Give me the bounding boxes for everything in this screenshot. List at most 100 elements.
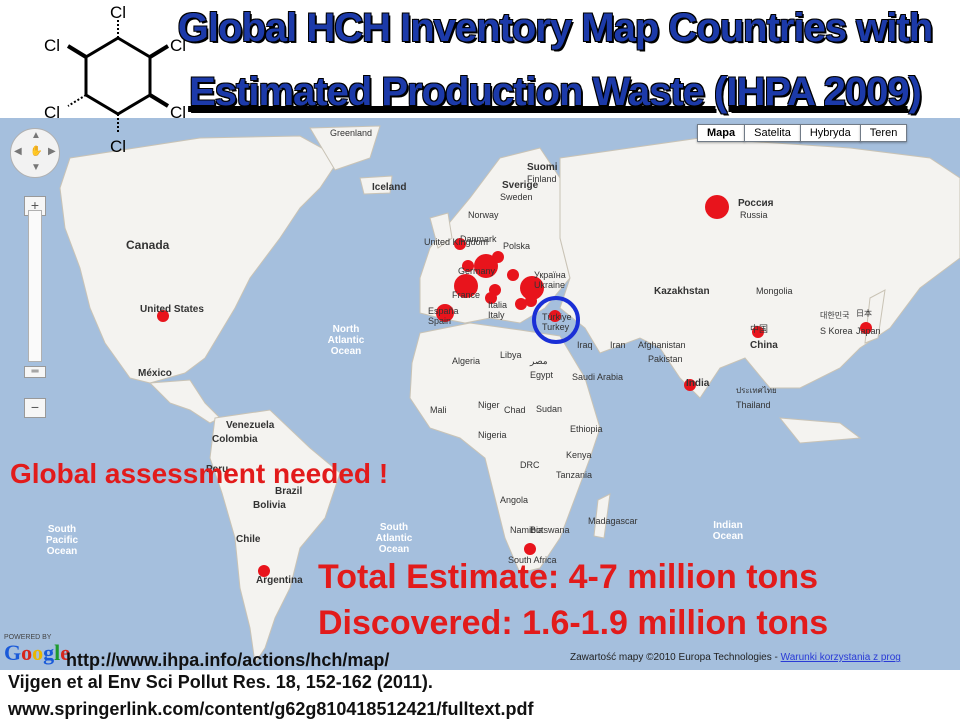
- map-label-nigeria: Nigeria: [478, 430, 507, 440]
- map-label-italia: Italia: [488, 300, 508, 310]
- map-label-chad: Chad: [504, 405, 526, 415]
- map-type-mapa[interactable]: Mapa: [697, 124, 746, 142]
- map-label-italy: Italy: [488, 310, 505, 320]
- map-label-libya: Libya: [500, 350, 522, 360]
- map-label-espana: España: [428, 306, 459, 316]
- terms-link[interactable]: Warunki korzystania z prog: [781, 652, 901, 663]
- total-estimate: Total Estimate: 4-7 million tons: [318, 558, 818, 596]
- cl-atom-top: Cl: [110, 3, 126, 22]
- map-label-botswana: Botswana: [530, 525, 570, 535]
- map-label-algeria: Algeria: [452, 356, 481, 366]
- assessment-note: Global assessment needed !: [10, 458, 389, 489]
- google-logo-letter: o: [32, 640, 44, 665]
- map-label-finland: Finland: [527, 174, 557, 184]
- google-logo[interactable]: Google: [4, 640, 70, 666]
- map-label-north-atlantic-ocean: North Atlantic Ocean: [327, 324, 365, 357]
- cl-atom-upper-left: Cl: [44, 36, 60, 55]
- map-label-tanzania: Tanzania: [556, 470, 593, 480]
- marker-russia[interactable]: [705, 195, 729, 219]
- map-label-iceland: Iceland: [372, 182, 407, 193]
- map-label-russia: Russia: [740, 210, 768, 220]
- map-label-venezuela: Venezuela: [226, 420, 275, 431]
- map-label-kazakhstan: Kazakhstan: [654, 286, 710, 297]
- google-logo-letter: o: [21, 640, 33, 665]
- map-type-hybryda[interactable]: Hybryda: [799, 124, 861, 142]
- title-line-2: Estimated Production Waste (IHPA 2009): [189, 70, 922, 114]
- marker-czech-republic[interactable]: [507, 269, 519, 281]
- map-label-spain: Spain: [428, 316, 452, 326]
- map-label-angola: Angola: [500, 495, 529, 505]
- map-label-argentina: Argentina: [256, 575, 303, 586]
- map-label-egypt-ar: مصر: [530, 356, 548, 366]
- map-label-sweden: Sweden: [500, 192, 533, 202]
- map-label-turkey: Turkey: [542, 322, 570, 332]
- map-label-china: China: [750, 340, 778, 351]
- google-logo-text: Google: [4, 640, 70, 665]
- marker-greece[interactable]: [525, 295, 537, 307]
- map-label-sudan: Sudan: [536, 404, 563, 414]
- map-label-france: France: [452, 290, 481, 300]
- map-label-drc: DRC: [520, 460, 540, 470]
- map-label-colombia: Colombia: [212, 434, 258, 445]
- map-label-bolivia: Bolivia: [253, 500, 286, 511]
- map-label-india: India: [686, 378, 710, 389]
- pan-left-icon[interactable]: ◀: [14, 146, 22, 157]
- map-label-china-zh: 中国: [750, 324, 769, 334]
- map-label-rossiya: Россия: [738, 198, 774, 209]
- google-logo-letter: g: [43, 640, 55, 665]
- zoom-slider-handle[interactable]: ═: [24, 366, 46, 378]
- map-label-madagascar: Madagascar: [588, 516, 638, 526]
- map-label-ethiopia: Ethiopia: [570, 424, 603, 434]
- slide: Canada United States México Venezuela Colomb…: [0, 0, 960, 720]
- map-label-greenland: Greenland: [330, 128, 373, 138]
- map-label-japan-jp: 日本: [856, 309, 872, 318]
- discovered-amount: Discovered: 1.6-1.9 million tons: [318, 604, 829, 642]
- map-label-iraq: Iraq: [577, 340, 593, 350]
- map-label-saudi-arabia: Saudi Arabia: [572, 372, 624, 382]
- map-label-south-atlantic-ocean: South Atlantic Ocean: [375, 522, 413, 555]
- map-label-united-states: United States: [140, 304, 204, 315]
- map-label-mongolia: Mongolia: [756, 286, 793, 296]
- reference-link[interactable]: www.springerlink.com/content/g62g8104185…: [8, 699, 534, 720]
- map-label-mali: Mali: [430, 405, 447, 415]
- marker-poland[interactable]: [492, 251, 504, 263]
- map-label-polska: Polska: [503, 241, 531, 251]
- reference-url[interactable]: http://www.ihpa.info/actions/hch/map/: [66, 650, 389, 671]
- map-label-korea-kr: 대한민국: [820, 311, 850, 320]
- map-label-kenya: Kenya: [566, 450, 592, 460]
- map-label-denmark: Danmark: [460, 234, 497, 244]
- map-label-thailand: Thailand: [736, 400, 771, 410]
- map-label-niger: Niger: [478, 400, 500, 410]
- map-label-indian-ocean: Indian Ocean: [712, 520, 744, 542]
- map-label-egypt: Egypt: [530, 370, 554, 380]
- map-label-norway: Norway: [468, 210, 499, 220]
- marker-south-africa[interactable]: [524, 543, 536, 555]
- map-label-ukraina: Україна: [534, 270, 566, 280]
- map-label-turkiye: Türkiye: [542, 312, 572, 322]
- map-label-mexico: México: [138, 368, 172, 379]
- map-type-tabs: Mapa Satelita Hybryda Teren: [697, 124, 908, 142]
- map-type-teren[interactable]: Teren: [859, 124, 908, 142]
- cl-atom-bottom: Cl: [110, 137, 126, 156]
- map-label-iran: Iran: [610, 340, 626, 350]
- attribution-text: Zawartość mapy ©2010 Europa Technologies…: [570, 652, 781, 663]
- map-label-chile: Chile: [236, 534, 261, 545]
- cl-atom-lower-left: Cl: [44, 103, 60, 122]
- map-label-pakistan: Pakistan: [648, 354, 683, 364]
- title-line-1: Global HCH Inventory Map Countries with: [177, 6, 933, 50]
- map-type-satelita[interactable]: Satelita: [744, 124, 801, 142]
- zoom-slider[interactable]: [28, 210, 42, 362]
- reference-citation: Vijgen et al Env Sci Pollut Res. 18, 152…: [8, 672, 433, 692]
- map-label-afghanistan: Afghanistan: [638, 340, 686, 350]
- map-label-thailand-th: ประเทศไทย: [736, 386, 777, 395]
- map-label-suomi: Suomi: [527, 162, 558, 173]
- google-logo-letter: G: [4, 640, 22, 665]
- map-label-s-korea: S Korea: [820, 326, 853, 336]
- map-label-japan: Japan: [856, 326, 881, 336]
- zoom-out-button[interactable]: −: [24, 398, 46, 418]
- map-label-ukraine: Ukraine: [534, 280, 566, 290]
- pan-down-icon[interactable]: ▼: [31, 162, 41, 173]
- map-label-south-pacific-ocean: South Pacific Ocean: [45, 524, 79, 557]
- map-label-germany: Germany: [458, 266, 496, 276]
- map-label-canada: Canada: [126, 238, 170, 252]
